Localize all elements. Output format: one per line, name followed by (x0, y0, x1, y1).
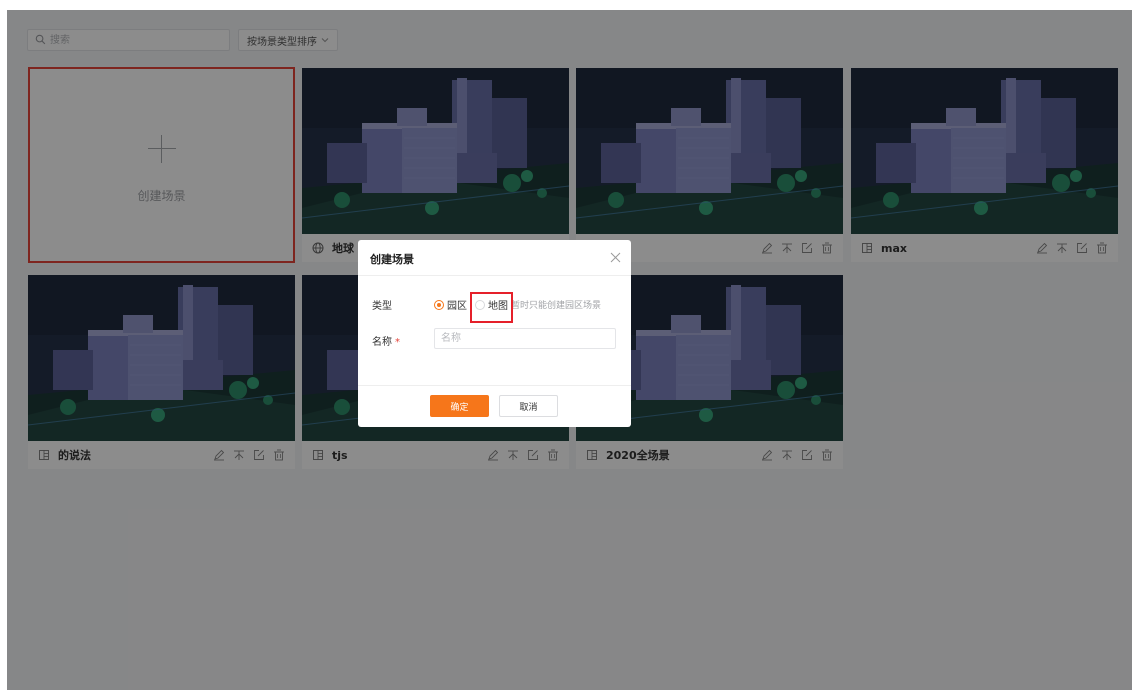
dialog-footer (358, 385, 631, 428)
scene-manager: 按场景类型排序 创建场景 地球 max (7, 10, 1132, 690)
confirm-button[interactable]: 确定 (430, 395, 489, 417)
create-scene-dialog: 创建场景 类型 园区 地图 暂时只能创建园区场景 名称* 确定 取消 (358, 240, 631, 427)
type-hint: 暂时只能创建园区场景 (511, 301, 602, 311)
required-mark: * (395, 337, 400, 348)
scene-name-input[interactable] (434, 328, 616, 349)
dialog-header: 创建场景 (358, 240, 631, 276)
annotation-highlight-box (470, 292, 513, 323)
radio-park[interactable]: 园区 (434, 297, 467, 312)
close-icon[interactable] (610, 252, 621, 263)
type-label: 类型 (372, 301, 392, 312)
name-label: 名称 * (372, 333, 400, 348)
radio-park-dot (434, 299, 444, 310)
cancel-button[interactable]: 取消 (499, 395, 558, 417)
name-label-text: 名称 (372, 337, 392, 348)
dialog-title: 创建场景 (370, 253, 414, 266)
radio-park-label: 园区 (447, 301, 467, 312)
